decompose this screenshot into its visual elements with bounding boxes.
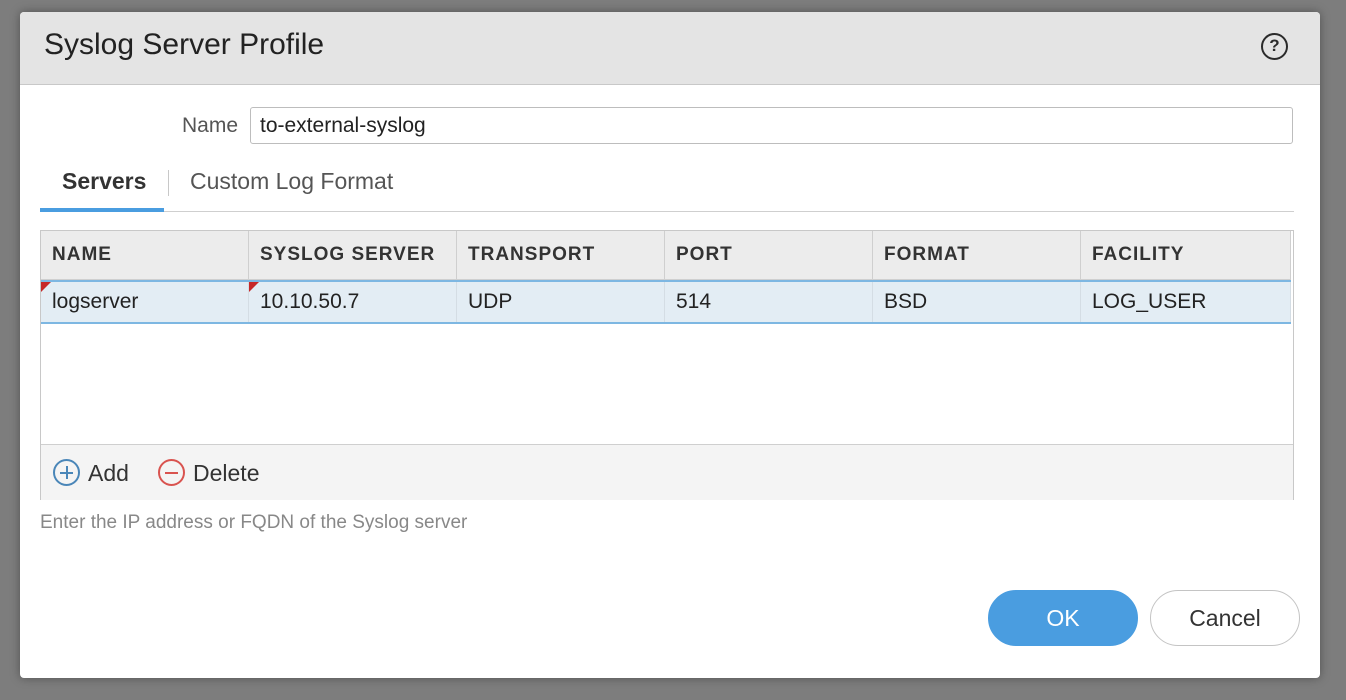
plus-circle-icon (53, 459, 80, 487)
help-icon[interactable]: ? (1261, 33, 1288, 60)
ok-button[interactable]: OK (988, 590, 1138, 646)
tab-divider (168, 170, 169, 196)
column-header-format[interactable]: FORMAT (873, 231, 1081, 279)
tab-servers[interactable]: Servers (62, 168, 146, 195)
dialog-titlebar: Syslog Server Profile ? (20, 12, 1320, 85)
delete-button[interactable]: Delete (158, 459, 259, 489)
column-header-name[interactable]: NAME (41, 231, 249, 279)
name-input[interactable] (250, 107, 1293, 144)
cell-name[interactable]: logserver (41, 282, 249, 322)
cell-format[interactable]: BSD (873, 282, 1081, 322)
cell-transport[interactable]: UDP (457, 282, 665, 322)
name-label: Name (182, 114, 239, 137)
cell-port[interactable]: 514 (665, 282, 873, 322)
servers-table: NAME SYSLOG SERVER TRANSPORT PORT FORMAT… (40, 230, 1294, 500)
tabs-baseline (40, 211, 1294, 212)
dialog-title: Syslog Server Profile (44, 28, 325, 61)
add-button-label: Add (88, 460, 129, 486)
table-row[interactable]: logserver 10.10.50.7 UDP 514 BSD LOG_USE… (41, 280, 1291, 324)
cancel-button[interactable]: Cancel (1150, 590, 1300, 646)
cell-facility[interactable]: LOG_USER (1081, 282, 1291, 322)
column-header-transport[interactable]: TRANSPORT (457, 231, 665, 279)
add-button[interactable]: Add (53, 459, 129, 489)
field-hint: Enter the IP address or FQDN of the Sysl… (40, 512, 468, 533)
cell-syslog-server-text: 10.10.50.7 (260, 290, 360, 313)
cell-name-text: logserver (52, 290, 139, 313)
tab-custom-log-format[interactable]: Custom Log Format (190, 168, 393, 195)
delete-button-label: Delete (193, 460, 260, 486)
minus-circle-icon (158, 459, 185, 487)
table-toolbar: Add Delete (41, 444, 1293, 500)
required-field-marker (249, 282, 259, 292)
table-header: NAME SYSLOG SERVER TRANSPORT PORT FORMAT… (41, 231, 1291, 280)
column-header-port[interactable]: PORT (665, 231, 873, 279)
cell-syslog-server[interactable]: 10.10.50.7 (249, 282, 457, 322)
column-header-facility[interactable]: FACILITY (1081, 231, 1291, 279)
required-field-marker (41, 282, 51, 292)
syslog-server-profile-dialog: Syslog Server Profile ? Name Servers Cus… (20, 12, 1320, 678)
column-header-syslog-server[interactable]: SYSLOG SERVER (249, 231, 457, 279)
active-tab-indicator (40, 208, 164, 212)
